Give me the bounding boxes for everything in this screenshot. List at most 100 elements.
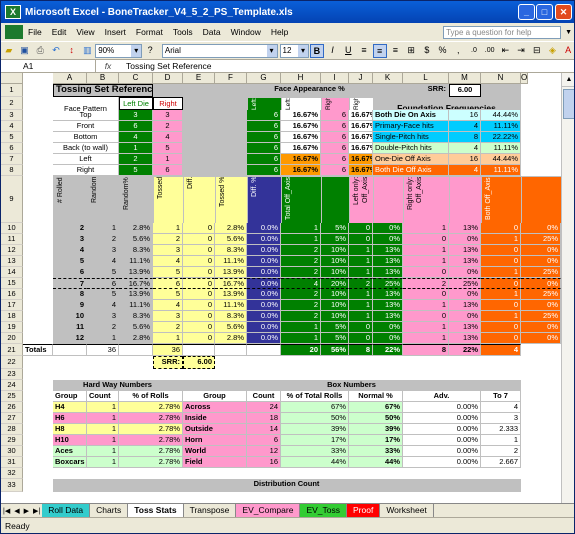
row-header[interactable]: 28 — [1, 424, 23, 435]
roll-cell[interactable]: 1 — [349, 311, 373, 322]
roll-cell[interactable]: 0% — [373, 333, 403, 344]
roll-cell[interactable]: 13.9% — [119, 289, 153, 300]
roll-cell[interactable]: 2.8% — [215, 333, 247, 344]
roll-cell[interactable]: 13.9% — [215, 267, 247, 278]
totals-cell[interactable]: 22% — [449, 344, 481, 356]
right-count[interactable]: 6 — [321, 121, 349, 132]
name-box[interactable]: A1 — [1, 59, 96, 73]
font-select[interactable]: Arial ▾ — [161, 43, 278, 58]
right-count[interactable]: 6 — [321, 154, 349, 165]
roll-cell[interactable]: 10% — [321, 256, 349, 267]
box-cell[interactable]: 33% — [281, 446, 349, 457]
roll-cell[interactable]: 1 — [481, 267, 521, 278]
roll-cell[interactable]: 2.8% — [119, 333, 153, 344]
column-header[interactable]: H — [281, 73, 321, 84]
row-header[interactable]: 29 — [1, 435, 23, 446]
hardway-pct[interactable]: 2.78% — [119, 435, 183, 446]
totals-cell[interactable] — [183, 344, 215, 356]
blank-cell[interactable] — [183, 110, 247, 121]
box-cell[interactable]: 14 — [247, 424, 281, 435]
roll-cell[interactable]: 25% — [521, 311, 561, 322]
scroll-thumb[interactable] — [563, 89, 574, 119]
left-pct[interactable]: 16.67% — [281, 143, 321, 154]
hardway-count[interactable]: 1 — [87, 413, 119, 424]
box-cell[interactable]: 44% — [281, 457, 349, 468]
roll-cell[interactable]: 2.8% — [215, 223, 247, 234]
roll-cell[interactable]: 6 — [153, 278, 183, 289]
roll-cell[interactable]: 13.9% — [215, 289, 247, 300]
row-header[interactable]: 6 — [1, 143, 23, 154]
roll-cell[interactable]: 13% — [449, 333, 481, 344]
box-cell[interactable]: 0.00% — [403, 424, 481, 435]
foundation-label[interactable]: Primary-Face hits — [373, 121, 449, 132]
roll-cell[interactable]: 1 — [153, 223, 183, 234]
roll-cell[interactable]: 6 — [53, 267, 87, 278]
roll-cell[interactable]: 5.6% — [119, 234, 153, 245]
box-cell[interactable]: 0.00% — [403, 413, 481, 424]
set-title[interactable]: Tossing Set Reference — [53, 84, 153, 97]
row-header[interactable]: 16 — [1, 289, 23, 300]
hardway-group[interactable]: Boxcars — [53, 457, 87, 468]
roll-cell[interactable]: 13% — [373, 300, 403, 311]
roll-cell[interactable]: 13% — [449, 256, 481, 267]
roll-cell[interactable]: 0.0% — [247, 223, 281, 234]
roll-cell[interactable]: 5.6% — [119, 322, 153, 333]
roll-cell[interactable]: 0.0% — [247, 311, 281, 322]
roll-cell[interactable]: 0 — [183, 300, 215, 311]
roll-cell[interactable]: 5% — [321, 333, 349, 344]
right-pct[interactable]: 16.67% — [349, 165, 373, 176]
foundation-label[interactable]: Both Die On Axis — [373, 110, 449, 121]
hardway-header[interactable]: Group — [53, 391, 87, 402]
roll-cell[interactable]: 0 — [183, 245, 215, 256]
undo-icon[interactable]: ↶ — [49, 44, 63, 58]
totals-cell[interactable]: 20 — [281, 344, 321, 356]
row-header[interactable]: 26 — [1, 402, 23, 413]
blank-cell[interactable] — [373, 84, 403, 97]
roll-cell[interactable]: 10 — [53, 311, 87, 322]
roll-cell[interactable]: 13% — [373, 245, 403, 256]
roll-cell[interactable]: 0% — [521, 300, 561, 311]
box-cell[interactable]: 39% — [349, 424, 403, 435]
roll-cell[interactable]: 0% — [449, 311, 481, 322]
roll-cell[interactable]: 0% — [373, 223, 403, 234]
totals-cell[interactable] — [53, 344, 87, 356]
roll-cell[interactable]: 0 — [403, 234, 449, 245]
column-label[interactable]: Total Off_Axis — [281, 176, 321, 223]
row-header[interactable]: 10 — [1, 223, 23, 234]
roll-cell[interactable]: 0.0% — [247, 245, 281, 256]
column-label[interactable]: Diff. — [183, 176, 215, 223]
row-header[interactable]: 15 — [1, 278, 23, 289]
merge-icon[interactable]: ⊞ — [404, 44, 418, 58]
column-label[interactable]: Left only: Off_Axis — [349, 176, 373, 223]
roll-cell[interactable]: 0.0% — [247, 278, 281, 289]
roll-cell[interactable]: 6 — [87, 278, 119, 289]
roll-cell[interactable]: 3 — [153, 311, 183, 322]
box-cell[interactable]: 0.00% — [403, 457, 481, 468]
hardway-pct[interactable]: 2.78% — [119, 457, 183, 468]
blank-cell[interactable] — [183, 154, 247, 165]
right-pct[interactable]: 16.67% — [349, 132, 373, 143]
close-icon[interactable]: ✕ — [555, 4, 572, 20]
fx-icon[interactable]: fx — [96, 61, 120, 71]
roll-cell[interactable]: 25% — [449, 278, 481, 289]
menu-insert[interactable]: Insert — [100, 27, 131, 37]
zoom-select[interactable]: 90% ▾ — [95, 43, 143, 58]
roll-cell[interactable]: 1 — [281, 234, 321, 245]
left-pct[interactable]: 16.67% — [281, 154, 321, 165]
totals-cell[interactable] — [119, 344, 153, 356]
box-cell[interactable]: 17% — [349, 435, 403, 446]
blank-cell[interactable] — [481, 84, 521, 97]
roll-cell[interactable]: 1 — [403, 223, 449, 234]
left-pct-header[interactable]: Left: % — [281, 97, 321, 110]
roll-cell[interactable]: 2 — [281, 267, 321, 278]
roll-cell[interactable]: 0% — [521, 245, 561, 256]
foundation-label[interactable]: Both Die Off Axis — [373, 165, 449, 176]
formula-input[interactable]: Tossing Set Reference — [120, 61, 212, 71]
hardway-group[interactable]: H6 — [53, 413, 87, 424]
row-header[interactable]: 11 — [1, 234, 23, 245]
srr2-label[interactable]: SRR: — [153, 356, 183, 369]
roll-cell[interactable]: 1 — [281, 223, 321, 234]
roll-cell[interactable]: 5 — [153, 267, 183, 278]
srr-value[interactable]: 6.00 — [449, 84, 481, 97]
roll-cell[interactable]: 3 — [53, 234, 87, 245]
